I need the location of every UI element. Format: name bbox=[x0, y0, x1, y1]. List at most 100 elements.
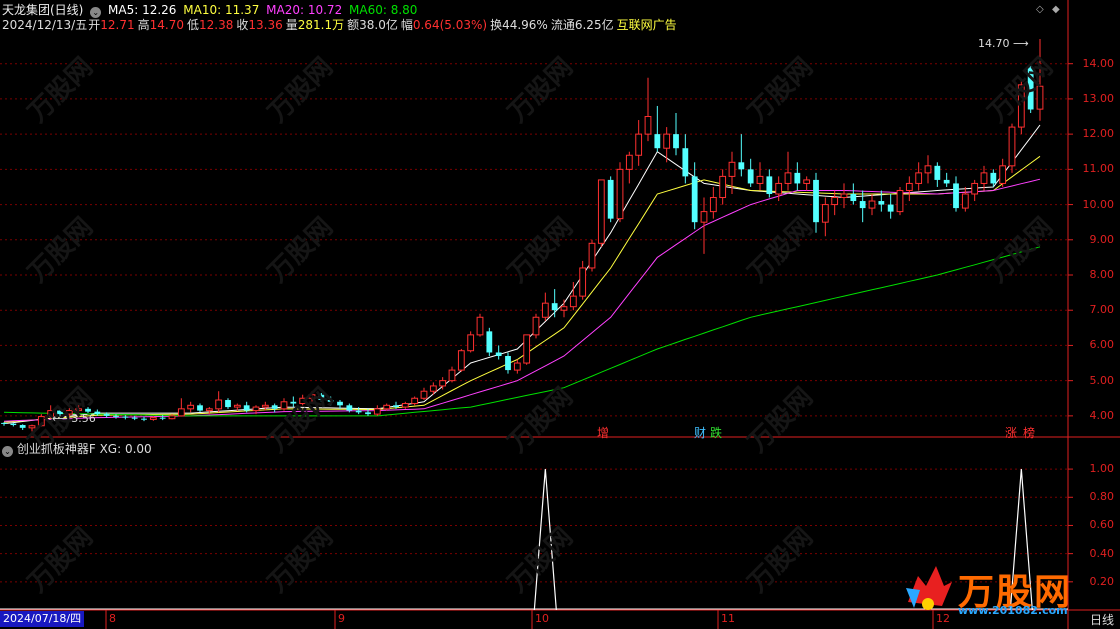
high-annotation: 14.70 ⟶ bbox=[978, 37, 1029, 50]
price-tick-label: 12.00 bbox=[1082, 127, 1115, 141]
candle-body-down bbox=[794, 172, 801, 184]
candle-body-up bbox=[821, 204, 829, 223]
close-label: 收 bbox=[236, 18, 249, 32]
price-tick-label: 6.00 bbox=[1089, 338, 1115, 352]
candle-body-down bbox=[103, 414, 110, 416]
candle-body-up bbox=[840, 193, 848, 199]
candle-body-up bbox=[784, 172, 792, 184]
event-marker-die[interactable]: 跌 bbox=[710, 424, 722, 441]
ma-line-ma20 bbox=[3, 178, 1041, 422]
candle-body-down bbox=[486, 331, 493, 353]
ma-legend: 天龙集团(日线) ⌄ MA5: 12.26 MA10: 11.37 MA20: … bbox=[2, 2, 420, 18]
candle-body-up bbox=[728, 161, 736, 177]
candle-body-up bbox=[411, 397, 419, 405]
event-marker-cai[interactable]: 财 bbox=[694, 424, 706, 441]
price-tick-label: 9.00 bbox=[1089, 232, 1115, 246]
candle-body-up bbox=[719, 175, 727, 199]
event-marker-zeng[interactable]: 增 bbox=[597, 424, 609, 441]
turn-value: 44.96% bbox=[502, 18, 548, 32]
candle-body-up bbox=[1008, 126, 1016, 167]
open-label: 开 bbox=[88, 18, 101, 32]
concept-tag[interactable]: 互联网广告 bbox=[617, 18, 677, 32]
candle-body-down bbox=[10, 423, 17, 426]
candle-body-up bbox=[700, 211, 708, 223]
candle-body-up bbox=[149, 417, 157, 420]
candle-body-up bbox=[775, 182, 783, 195]
candle-body-down bbox=[747, 169, 754, 184]
candle-body-up bbox=[597, 179, 605, 244]
candle-body-up bbox=[579, 267, 587, 297]
candle-body-up bbox=[756, 175, 764, 184]
stock-title[interactable]: 天龙集团(日线) bbox=[2, 3, 83, 17]
amt-label: 额 bbox=[347, 18, 360, 32]
candle-body-down bbox=[141, 418, 147, 420]
candle-body-down bbox=[159, 417, 166, 419]
ma60-value: MA60: 8.80 bbox=[349, 3, 418, 17]
candle-body-down bbox=[495, 352, 502, 356]
month-label: 10 bbox=[535, 612, 549, 625]
indicator-name[interactable]: 创业抓板神器F bbox=[17, 442, 96, 456]
candle-body-up bbox=[896, 189, 904, 213]
candle-body-up bbox=[429, 385, 437, 392]
candle-body-up bbox=[980, 172, 988, 184]
candle-body-down bbox=[934, 165, 941, 180]
candle-body-down bbox=[859, 201, 866, 209]
candle-body-up bbox=[616, 168, 624, 220]
price-tick-label: 8.00 bbox=[1089, 268, 1115, 281]
candle-body-up bbox=[233, 404, 241, 408]
candle-body-down bbox=[365, 412, 371, 415]
collapse-icon[interactable]: ◆ bbox=[1052, 4, 1060, 15]
candle-body-down bbox=[113, 415, 119, 417]
diamond-icon[interactable]: ◇ bbox=[1036, 4, 1044, 15]
candle-body-down bbox=[197, 405, 203, 411]
candle-body-up bbox=[448, 369, 456, 382]
candle-body-down bbox=[990, 172, 997, 184]
high-value: 14.70 bbox=[149, 18, 184, 32]
candle-body-down bbox=[654, 134, 661, 149]
high-mark-text: 14.70 bbox=[978, 37, 1010, 50]
indicator-xg: XG: 0.00 bbox=[99, 442, 152, 456]
turn-label: 换 bbox=[490, 18, 503, 32]
ma5-value: MA5: 12.26 bbox=[108, 3, 177, 17]
candle-body-up bbox=[905, 182, 913, 191]
candle-body-up bbox=[971, 182, 979, 195]
amt-value: 38.0亿 bbox=[359, 18, 398, 32]
candle-body-up bbox=[961, 193, 969, 209]
candle-body-up bbox=[168, 415, 176, 420]
candle-body-down bbox=[225, 400, 231, 408]
price-tick-label: 7.00 bbox=[1089, 303, 1115, 317]
candle-body-down bbox=[505, 356, 511, 371]
candle-body-up bbox=[635, 133, 643, 156]
candle-body-down bbox=[943, 179, 950, 184]
candle-body-down bbox=[346, 405, 353, 411]
indicator-settings-icon[interactable]: ⌄ bbox=[2, 446, 13, 457]
candle-body-down bbox=[122, 416, 129, 418]
candle-body-up bbox=[644, 116, 652, 135]
close-value: 13.36 bbox=[248, 18, 283, 32]
candle-body-up bbox=[187, 404, 195, 410]
chg-label: 幅 bbox=[400, 18, 413, 32]
candle-body-down bbox=[551, 303, 558, 311]
month-label: 8 bbox=[109, 612, 116, 625]
ma10-value: MA10: 11.37 bbox=[183, 3, 260, 17]
candle-body-down bbox=[878, 201, 885, 205]
price-tick-label: 5.00 bbox=[1089, 373, 1115, 387]
candle-body-up bbox=[476, 316, 484, 336]
candle-body-down bbox=[393, 405, 399, 408]
candle-body-up bbox=[420, 390, 428, 399]
candle-body-up bbox=[513, 362, 521, 371]
ma20-value: MA20: 10.72 bbox=[266, 3, 343, 17]
candle-body-down bbox=[813, 179, 819, 223]
candle-body-up bbox=[625, 154, 633, 170]
candle-body-up bbox=[523, 334, 531, 364]
float-value: 6.25亿 bbox=[574, 18, 614, 32]
candle-body-down bbox=[673, 134, 679, 149]
price-tick-label: 14.00 bbox=[1082, 56, 1115, 70]
event-marker-zhang[interactable]: 涨 bbox=[1005, 424, 1017, 441]
candle-body-up bbox=[457, 350, 465, 371]
candle-body-up bbox=[560, 306, 568, 311]
event-marker-bang[interactable]: 榜 bbox=[1023, 424, 1035, 441]
candle-body-up bbox=[401, 403, 409, 408]
candle-body-down bbox=[682, 148, 689, 177]
candle-body-up bbox=[383, 404, 391, 410]
